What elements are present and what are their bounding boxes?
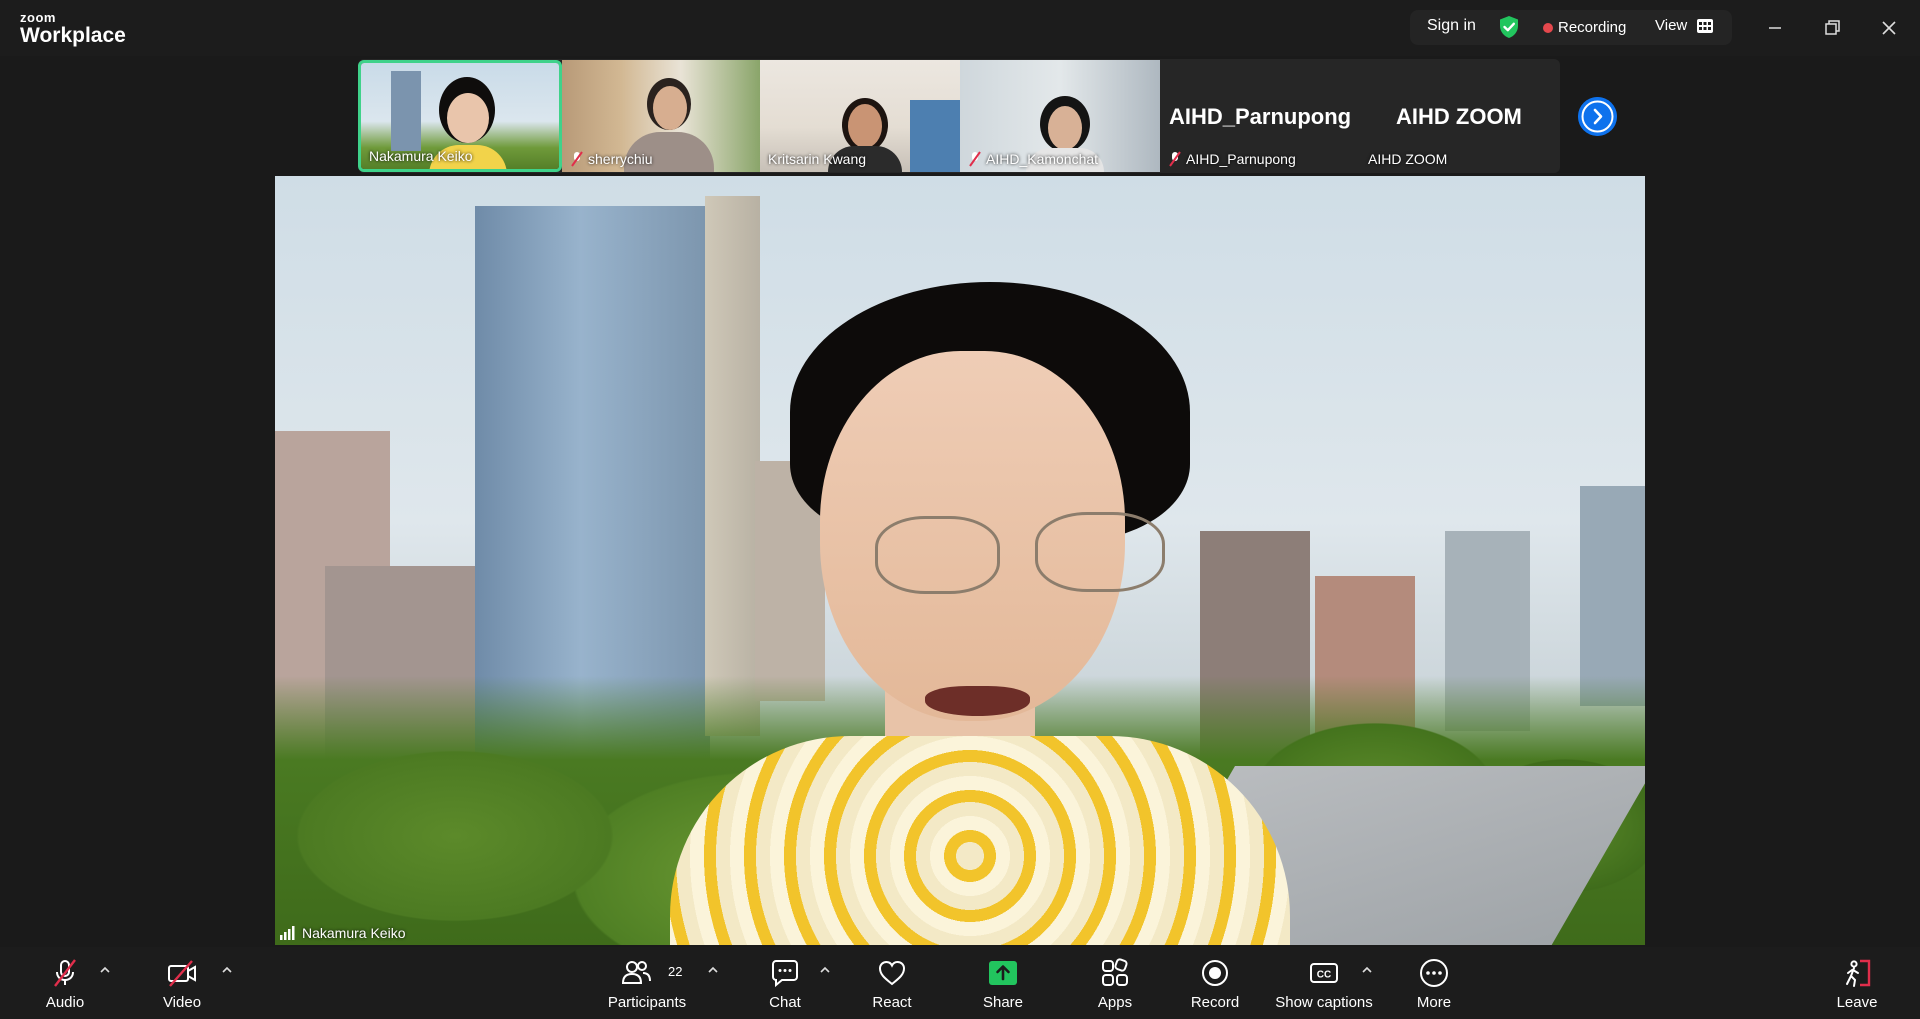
leave-label: Leave (1836, 994, 1878, 1011)
speaker-glasses (1035, 512, 1165, 592)
mic-off-icon (54, 959, 76, 987)
apps-icon (1102, 958, 1128, 986)
chevron-up-icon[interactable] (818, 963, 832, 977)
video-button[interactable]: Video (157, 957, 207, 1015)
chat-button[interactable]: Chat (760, 957, 810, 1015)
chat-label: Chat (769, 994, 801, 1011)
close-icon[interactable] (1875, 14, 1903, 42)
sign-in-button[interactable]: Sign in (1427, 17, 1476, 35)
apps-button[interactable]: Apps (1090, 957, 1140, 1015)
chevron-up-icon[interactable] (98, 963, 112, 977)
shield-check-icon[interactable] (1498, 15, 1520, 39)
avatar-name-aihd-parnupong: AIHD_Parnupong (1169, 104, 1352, 129)
speaker-shirt (670, 736, 1290, 945)
svg-text:CC: CC (1317, 970, 1331, 981)
thumbnail-nakamura-keiko[interactable]: Nakamura Keiko (358, 60, 562, 172)
thumbnail-aihd-kamonchat[interactable]: AIHD_Kamonchat (960, 60, 1160, 172)
audio-label: Audio (45, 994, 85, 1011)
record-label: Record (1190, 994, 1240, 1011)
speaker-mouth (925, 686, 1030, 716)
more-icon (1420, 959, 1448, 987)
captions-label: Show captions (1275, 994, 1373, 1011)
thumbnail-kritsarin-kwang[interactable]: Kritsarin Kwang (760, 60, 960, 172)
thumbnail-name: AIHD_Parnupong (1186, 151, 1296, 167)
minimize-icon[interactable] (1761, 14, 1789, 42)
mic-off-icon (571, 151, 583, 167)
brand-big: Workplace (20, 24, 126, 47)
participants-count: 22 (668, 964, 683, 979)
leave-door-icon (1846, 959, 1871, 987)
thumbnail-name: Kritsarin Kwang (768, 151, 867, 167)
apps-label: Apps (1097, 994, 1133, 1011)
thumbnail-sherrychiu[interactable]: sherrychiu (562, 60, 760, 172)
mic-off-icon (969, 151, 981, 167)
participants-label: Participants (607, 994, 687, 1011)
participants-icon (621, 961, 651, 984)
show-captions-button[interactable]: CC Show captions (1274, 957, 1374, 1015)
share-screen-icon (989, 961, 1017, 985)
speaker-glasses (875, 516, 1000, 594)
grid-icon[interactable] (1697, 19, 1713, 33)
view-button[interactable]: View (1655, 17, 1687, 34)
audio-button[interactable]: Audio (40, 957, 90, 1015)
signal-bars-icon (280, 926, 295, 940)
thumbnail-name: AIHD_Kamonchat (986, 151, 1099, 167)
heart-icon (878, 960, 906, 986)
app-logo: zoom Workplace (20, 11, 126, 46)
chevron-up-icon[interactable] (1360, 963, 1374, 977)
chevron-up-icon[interactable] (220, 963, 234, 977)
restore-icon[interactable] (1818, 14, 1846, 42)
more-button[interactable]: More (1409, 957, 1459, 1015)
closed-captions-icon: CC (1310, 963, 1338, 983)
record-icon (1202, 960, 1228, 986)
recording-indicator[interactable]: Recording (1558, 19, 1626, 36)
more-label: More (1416, 994, 1452, 1011)
record-button[interactable]: Record (1190, 957, 1240, 1015)
main-video[interactable] (275, 176, 1645, 945)
background-building (1580, 486, 1645, 706)
video-label: Video (162, 994, 202, 1011)
recording-dot-icon (1543, 23, 1553, 33)
thumbnail-name: sherrychiu (588, 151, 653, 167)
video-off-icon (168, 960, 196, 987)
avatar-name-aihd-zoom: AIHD ZOOM (1396, 104, 1522, 129)
leave-button[interactable]: Leave (1832, 957, 1882, 1015)
chat-icon (772, 960, 798, 988)
speaker-name: Nakamura Keiko (302, 925, 406, 941)
chevron-up-icon[interactable] (706, 963, 720, 977)
next-page-button[interactable] (1578, 97, 1617, 136)
speaker-label: Nakamura Keiko (280, 925, 406, 941)
react-button[interactable]: React (867, 957, 917, 1015)
share-button[interactable]: Share (978, 957, 1028, 1015)
thumbnail-name: AIHD ZOOM (1368, 151, 1448, 167)
thumbnail-name: Nakamura Keiko (369, 148, 473, 164)
react-label: React (872, 994, 912, 1011)
share-label: Share (982, 994, 1024, 1011)
background-building (705, 196, 760, 736)
brand-small: zoom (20, 10, 56, 25)
mic-off-icon (1169, 151, 1181, 167)
meeting-toolbar (0, 947, 1920, 1019)
